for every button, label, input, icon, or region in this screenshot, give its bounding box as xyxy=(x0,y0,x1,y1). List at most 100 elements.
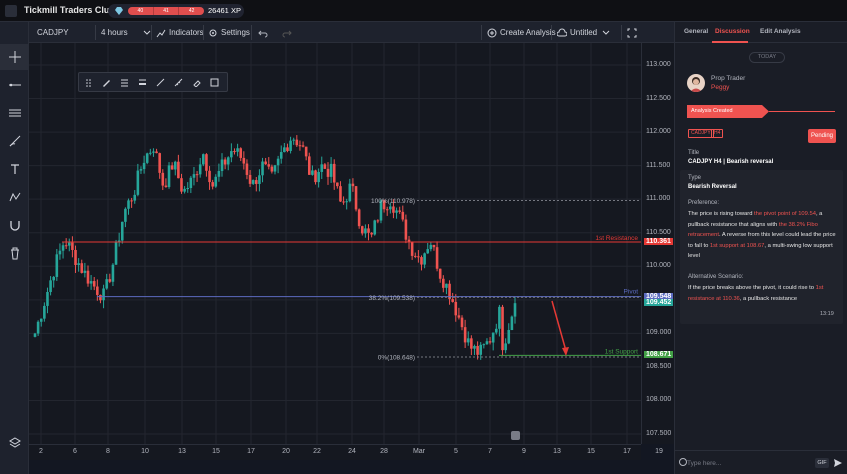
candle-body xyxy=(385,209,389,211)
frame-icon xyxy=(210,78,218,86)
indicators-icon xyxy=(156,29,166,37)
candle-body xyxy=(307,156,311,175)
candle-body xyxy=(301,145,305,147)
line-style-button[interactable] xyxy=(115,73,133,91)
candle-body xyxy=(258,175,261,184)
price-tick-label: 110.500 xyxy=(646,228,671,236)
candle-body xyxy=(442,278,445,288)
gem-icon xyxy=(115,7,123,15)
candle-body xyxy=(270,166,274,172)
ruler-button[interactable] xyxy=(169,73,187,91)
gif-button[interactable]: GIF xyxy=(815,458,829,468)
price-tick-label: 111.500 xyxy=(646,161,671,169)
text-icon xyxy=(10,164,19,174)
price-chart[interactable]: 100%(110.978) 38.2%(109.538) 0%(108.648) 1s… xyxy=(29,43,641,444)
alt-scenario-text: If the price breaks above the pivot, it … xyxy=(688,283,838,304)
candle-body xyxy=(410,242,414,256)
eraser-button[interactable] xyxy=(187,73,205,91)
type-label: Type xyxy=(688,175,702,181)
magnet-icon xyxy=(9,221,20,231)
candle-body xyxy=(99,294,102,301)
frame-button[interactable] xyxy=(205,73,223,91)
candle-body xyxy=(329,163,333,177)
crosshair-tool[interactable] xyxy=(0,44,29,70)
candle-body xyxy=(320,164,324,172)
candle-body xyxy=(77,263,80,265)
delete-tool[interactable] xyxy=(0,240,29,266)
time-tick-label: 2 xyxy=(39,448,43,455)
price-tick-label: 108.000 xyxy=(646,396,672,404)
line-width-button[interactable] xyxy=(133,73,151,91)
price-tick-label: 109.000 xyxy=(646,329,672,337)
candle-body xyxy=(180,178,183,192)
layers-tool[interactable] xyxy=(0,430,29,456)
candle-body xyxy=(52,276,56,281)
candle-body xyxy=(420,257,423,265)
logo-icon[interactable] xyxy=(5,5,17,17)
candle-body xyxy=(454,301,458,316)
xp-indicator[interactable]: 40 41 42 26461 XP xyxy=(108,4,244,18)
redo-button[interactable] xyxy=(282,22,295,43)
fullscreen-button[interactable] xyxy=(627,22,640,43)
symbol-selector[interactable]: CADJPY xyxy=(37,22,69,43)
price-axis[interactable]: 113.000 112.500 112.000 111.500 111.000 110.5… xyxy=(641,43,674,444)
horizontal-line-tool[interactable] xyxy=(0,72,29,98)
candle-body xyxy=(317,171,320,183)
avatar[interactable] xyxy=(687,74,705,92)
magnet-tool[interactable] xyxy=(0,212,29,238)
xp-progress-bar: 40 41 42 xyxy=(128,7,204,15)
candle-body xyxy=(67,242,71,246)
created-label: Analysis Created xyxy=(691,108,733,114)
message-input[interactable] xyxy=(687,457,812,469)
tab-general[interactable]: General xyxy=(684,28,708,35)
pencil-button[interactable] xyxy=(97,73,115,91)
undo-button[interactable] xyxy=(258,22,271,43)
support-label: 1st Support xyxy=(605,348,638,355)
create-analysis-button[interactable]: Create Analysis xyxy=(487,22,556,43)
interval-selector[interactable]: 4 hours xyxy=(101,22,155,43)
send-icon[interactable] xyxy=(833,458,843,468)
time-tick-label: 7 xyxy=(488,448,492,455)
candle-body xyxy=(149,152,152,154)
layout-selector[interactable]: Untitled xyxy=(557,22,614,43)
color-button[interactable] xyxy=(151,73,169,91)
author-name[interactable]: Peggy xyxy=(711,84,729,91)
candle-body xyxy=(323,164,327,169)
candle-body xyxy=(211,182,214,187)
tab-discussion[interactable]: Discussion xyxy=(715,28,750,35)
candle-body xyxy=(220,159,224,172)
candle-body xyxy=(298,145,302,147)
status-badge[interactable]: Pending xyxy=(808,129,836,143)
candle-body xyxy=(286,147,289,151)
candle-body xyxy=(438,268,442,279)
candle-body xyxy=(289,140,292,151)
candle-body xyxy=(89,281,93,284)
emoji-icon[interactable] xyxy=(679,458,687,466)
candle-body xyxy=(373,220,377,235)
text-run: , a pullback resistance xyxy=(739,295,798,302)
pattern-tool[interactable] xyxy=(0,184,29,210)
candle-body xyxy=(401,211,405,220)
candle-body xyxy=(510,316,514,331)
chart-canvas[interactable]: 100%(110.978) 38.2%(109.538) 0%(108.648) 1s… xyxy=(29,43,641,444)
price-tick-label: 111.000 xyxy=(646,195,671,203)
settings-button[interactable]: Settings xyxy=(208,22,250,43)
tab-edit-analysis[interactable]: Edit Analysis xyxy=(760,28,801,35)
candle-body xyxy=(392,206,395,213)
time-axis[interactable]: 2 6 8 10 13 15 17 20 22 24 28 Mar 5 7 9 13 15 17 19 xyxy=(29,444,663,460)
candle-body xyxy=(357,209,361,227)
text-tool[interactable] xyxy=(0,156,29,182)
candle-body xyxy=(161,172,165,186)
author-role: Prop Trader xyxy=(711,75,746,82)
indicators-button[interactable]: Indicators xyxy=(156,22,204,43)
line-style-icon xyxy=(120,79,128,86)
parallel-lines-tool[interactable] xyxy=(0,100,29,126)
settings-label: Settings xyxy=(221,28,250,37)
brush-tool[interactable] xyxy=(0,128,29,154)
drawing-toolbar xyxy=(78,72,228,92)
candle-body xyxy=(230,151,233,158)
candle-body xyxy=(395,210,398,213)
drag-handle-button[interactable] xyxy=(79,73,97,91)
candle-body xyxy=(58,250,62,255)
candle-body xyxy=(183,188,186,192)
